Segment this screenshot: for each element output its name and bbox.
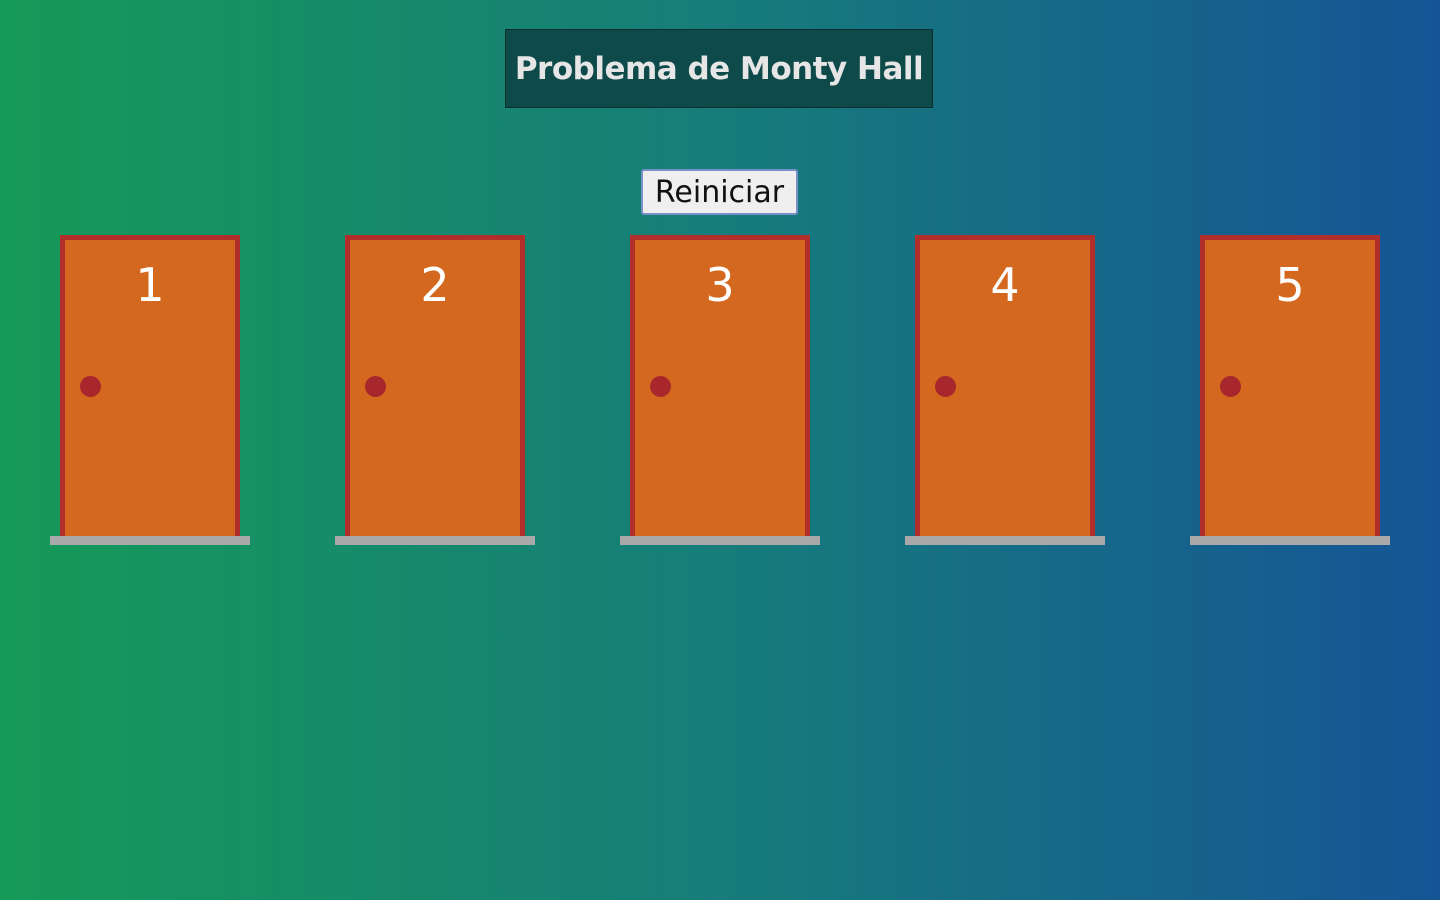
door-3-container: 3: [620, 235, 820, 546]
door-2[interactable]: 2: [345, 235, 525, 536]
door-knob-icon: [650, 376, 671, 397]
title-banner: Problema de Monty Hall: [505, 29, 933, 108]
door-3[interactable]: 3: [630, 235, 810, 536]
door-step: [1190, 536, 1390, 545]
door-knob-icon: [935, 376, 956, 397]
door-knob-icon: [1220, 376, 1241, 397]
door-4[interactable]: 4: [915, 235, 1095, 536]
door-number-label: 2: [420, 258, 450, 312]
door-step: [335, 536, 535, 545]
door-number-label: 5: [1275, 258, 1305, 312]
door-knob-icon: [365, 376, 386, 397]
door-4-container: 4: [905, 235, 1105, 546]
door-1-container: 1: [50, 235, 250, 546]
door-number-label: 3: [705, 258, 735, 312]
page-title: Problema de Monty Hall: [514, 50, 924, 87]
door-knob-icon: [80, 376, 101, 397]
restart-button[interactable]: Reiniciar: [641, 169, 798, 215]
door-number-label: 1: [135, 258, 165, 312]
door-step: [50, 536, 250, 545]
door-1[interactable]: 1: [60, 235, 240, 536]
door-number-label: 4: [990, 258, 1020, 312]
door-step: [620, 536, 820, 545]
door-5[interactable]: 5: [1200, 235, 1380, 536]
door-2-container: 2: [335, 235, 535, 546]
door-step: [905, 536, 1105, 545]
door-5-container: 5: [1190, 235, 1390, 546]
